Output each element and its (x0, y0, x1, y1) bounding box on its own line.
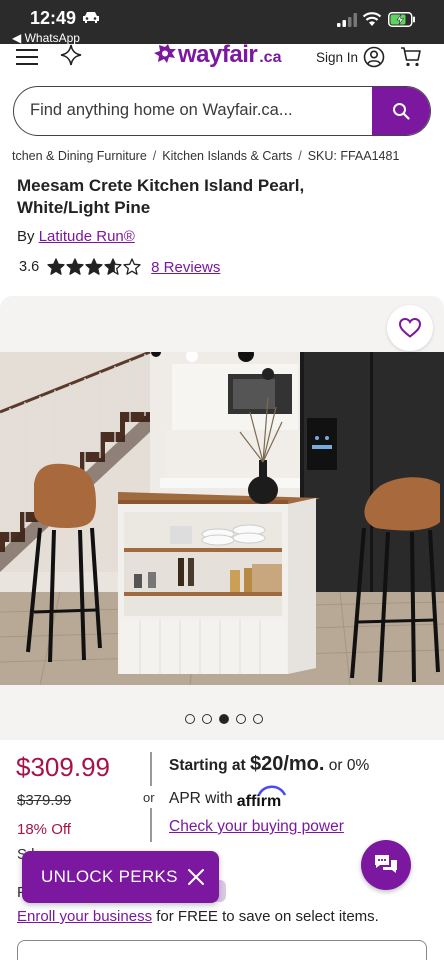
car-icon (83, 12, 99, 23)
affirm-logo: affirm (237, 785, 286, 811)
enroll-text: for FREE to save on select items. (156, 908, 379, 925)
breadcrumb-separator: / (152, 149, 157, 163)
wayfair-logo[interactable]: wayfair .ca (154, 41, 282, 68)
starting-at-label: Starting at (169, 757, 246, 774)
signal-icon (337, 13, 357, 27)
discount-badge: 18% Off (17, 821, 71, 838)
cart-icon[interactable] (400, 46, 422, 68)
heart-icon (399, 318, 421, 338)
star-icon (123, 258, 141, 275)
star-icon (47, 258, 65, 275)
star-icon (104, 258, 122, 275)
sale-price: $309.99 (16, 752, 110, 782)
product-title: Meesam Crete Kitchen Island Pearl, White… (17, 176, 305, 217)
battery-icon (388, 12, 415, 27)
apr-line: APR with affirm (169, 785, 286, 811)
breadcrumb-separator: / (298, 149, 302, 163)
enroll-business-link[interactable]: Enroll your business (17, 908, 152, 925)
back-to-app-link[interactable]: ◀ WhatsApp (12, 31, 80, 45)
brand-link[interactable]: Latitude Run® (39, 228, 135, 245)
status-bar: 12:49 ◀ WhatsApp (0, 0, 444, 45)
carousel-dot[interactable] (236, 714, 246, 724)
unlock-perks-button[interactable]: UNLOCK PERKS (22, 851, 219, 903)
divider (150, 752, 152, 786)
affirm-arc-icon (257, 785, 286, 796)
search-button[interactable] (372, 87, 430, 135)
list-price: $379.99 (17, 792, 72, 809)
wifi-icon (362, 12, 382, 26)
star-icon (66, 258, 84, 275)
star-icon (85, 258, 103, 275)
sparkle-icon[interactable] (60, 44, 82, 66)
unlock-perks-label: UNLOCK PERKS (41, 867, 178, 886)
search-bar (13, 86, 431, 136)
sku-label: SKU: FFAA1481 (307, 149, 400, 163)
search-icon (393, 103, 410, 120)
breadcrumb-item[interactable]: Kitchen Islands & Carts (162, 149, 292, 163)
wayfair-logo-mark (154, 44, 176, 63)
financing-line: Starting at $20/mo. or 0% (169, 753, 369, 776)
options-box[interactable] (17, 940, 427, 960)
status-time: 12:49 (30, 8, 77, 28)
site-header: wayfair .ca Sign In (0, 41, 444, 74)
carousel-dot[interactable] (219, 714, 229, 724)
carousel-dot[interactable] (202, 714, 212, 724)
account-icon[interactable] (363, 46, 385, 68)
or-label: or (143, 790, 155, 805)
logo-text: wayfair (178, 41, 258, 68)
reviews-link[interactable]: 8 Reviews (151, 259, 220, 276)
product-image-carousel[interactable] (0, 296, 444, 740)
apr-with-label: APR with (169, 790, 233, 807)
enroll-line: Enroll your business for FREE to save on… (17, 908, 379, 925)
breadcrumb: tchen & Dining Furniture / Kitchen Islands… (12, 149, 399, 163)
carousel-dot[interactable] (185, 714, 195, 724)
menu-icon[interactable] (16, 46, 38, 66)
divider (150, 808, 152, 842)
check-buying-power-link[interactable]: Check your buying power (169, 818, 344, 836)
search-input[interactable] (30, 87, 370, 134)
breadcrumb-item[interactable]: tchen & Dining Furniture (12, 149, 147, 163)
close-icon[interactable] (187, 868, 205, 886)
brand-prefix: By (17, 228, 35, 245)
rating-row: 3.6 8 Reviews (19, 256, 220, 278)
rating-value: 3.6 (19, 259, 40, 275)
chat-button[interactable] (361, 840, 411, 890)
monthly-payment: $20/mo. (249, 753, 325, 775)
brand-line: By Latitude Run® (17, 228, 135, 245)
carousel-dot[interactable] (253, 714, 263, 724)
star-rating[interactable] (47, 258, 141, 276)
carousel-dots (185, 714, 263, 724)
chat-icon (375, 855, 397, 873)
logo-tld: .ca (259, 49, 282, 66)
favorite-button[interactable] (387, 305, 433, 351)
sign-in-link[interactable]: Sign In (316, 50, 358, 65)
product-image (0, 352, 444, 685)
zero-percent-label: or 0% (328, 757, 370, 774)
